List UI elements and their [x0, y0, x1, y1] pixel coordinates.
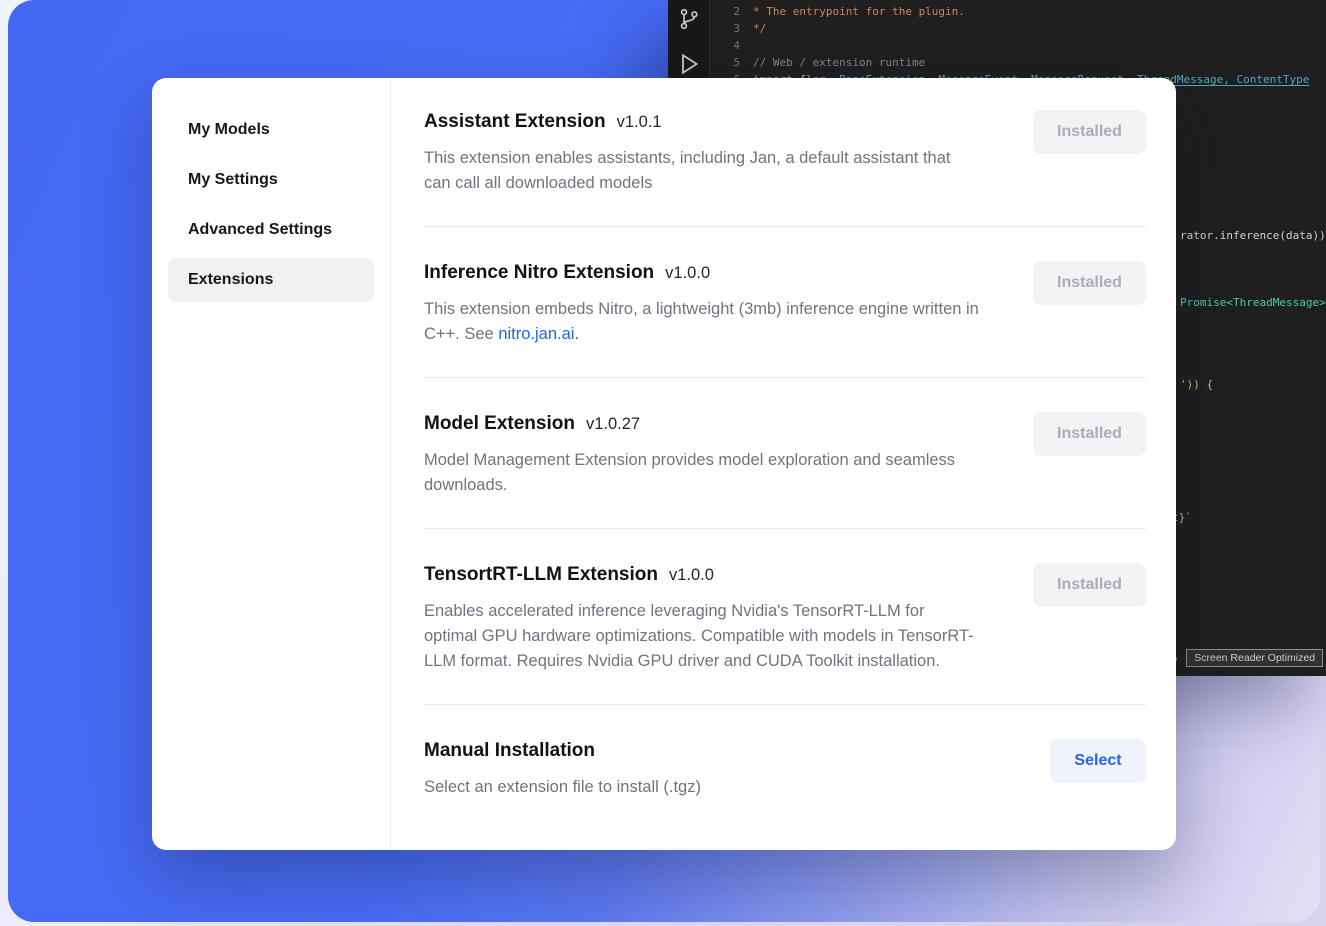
code-text: */: [753, 20, 766, 37]
code-line: 5 // Web / extension runtime: [718, 54, 1326, 71]
extension-title: Manual Installation: [424, 739, 595, 763]
extension-version: v1.0.0: [669, 566, 714, 585]
sidebar-item-my-models[interactable]: My Models: [168, 108, 374, 152]
extension-version: v1.0.1: [617, 113, 662, 132]
extension-version: v1.0.0: [665, 264, 710, 283]
code-fragment: ')) {: [1180, 378, 1213, 391]
screen-reader-button: Screen Reader Optimized: [1186, 649, 1323, 667]
code-lines: 2* The entrypoint for the plugin. 3*/ 4 …: [718, 3, 1326, 88]
settings-modal: My Models My Settings Advanced Settings …: [152, 78, 1176, 850]
extension-title: Assistant Extension: [424, 110, 606, 134]
page: 2* The entrypoint for the plugin. 3*/ 4 …: [0, 0, 1326, 926]
extension-row-manual-installation: Manual Installation Select an extension …: [424, 739, 1146, 830]
extension-title: Inference Nitro Extension: [424, 261, 654, 285]
code-line: 3 */: [718, 20, 1326, 37]
code-fragment: rator.inference(data));: [1180, 229, 1326, 242]
extension-info: TensortRT-LLM Extension v1.0.0 Enables a…: [424, 563, 979, 674]
extensions-panel: Assistant Extension v1.0.1 This extensio…: [391, 78, 1176, 850]
extension-description: This extension embeds Nitro, a lightweig…: [424, 297, 979, 347]
extension-info: Assistant Extension v1.0.1 This extensio…: [424, 110, 979, 196]
installed-button[interactable]: Installed: [1033, 110, 1146, 154]
select-button[interactable]: Select: [1050, 739, 1146, 783]
code-text: * The entrypoint for the plugin.: [753, 3, 965, 20]
extension-row: Inference Nitro Extension v1.0.0 This ex…: [424, 261, 1146, 378]
line-number: 5: [718, 54, 740, 71]
sidebar-item-extensions[interactable]: Extensions: [168, 258, 374, 302]
extension-row: Assistant Extension v1.0.1 This extensio…: [424, 110, 1146, 227]
installed-button[interactable]: Installed: [1033, 261, 1146, 305]
extension-row: TensortRT-LLM Extension v1.0.0 Enables a…: [424, 563, 1146, 705]
extension-version: v1.0.27: [586, 415, 640, 434]
settings-sidebar: My Models My Settings Advanced Settings …: [152, 78, 391, 850]
extension-info: Inference Nitro Extension v1.0.0 This ex…: [424, 261, 979, 347]
installed-button[interactable]: Installed: [1033, 563, 1146, 607]
extension-info: Manual Installation Select an extension …: [424, 739, 701, 800]
nitro-link[interactable]: nitro.jan.ai.: [498, 325, 579, 343]
sidebar-item-advanced-settings[interactable]: Advanced Settings: [168, 208, 374, 252]
installed-button[interactable]: Installed: [1033, 412, 1146, 456]
sidebar-item-my-settings[interactable]: My Settings: [168, 158, 374, 202]
line-number: 4: [718, 37, 740, 54]
line-number: 2: [718, 3, 740, 20]
extension-title: Model Extension: [424, 412, 575, 436]
extension-description: Select an extension file to install (.tg…: [424, 775, 701, 800]
code-line: 2 * The entrypoint for the plugin.: [718, 3, 1326, 20]
status-bar: go Screen Reader Optimized: [1164, 649, 1323, 667]
extension-row: Model Extension v1.0.27 Model Management…: [424, 412, 1146, 529]
extension-description: This extension enables assistants, inclu…: [424, 146, 979, 196]
source-control-icon: [677, 7, 701, 31]
code-text: // Web / extension runtime: [753, 54, 925, 71]
extension-title: TensortRT-LLM Extension: [424, 563, 658, 587]
extension-description: Enables accelerated inference leveraging…: [424, 599, 979, 674]
run-debug-icon: [676, 51, 702, 77]
code-fragment: Promise<ThreadMessage>: [1180, 296, 1326, 309]
line-number: 3: [718, 20, 740, 37]
extension-description: Model Management Extension provides mode…: [424, 448, 979, 498]
code-line: 4: [718, 37, 1326, 54]
extension-info: Model Extension v1.0.27 Model Management…: [424, 412, 979, 498]
